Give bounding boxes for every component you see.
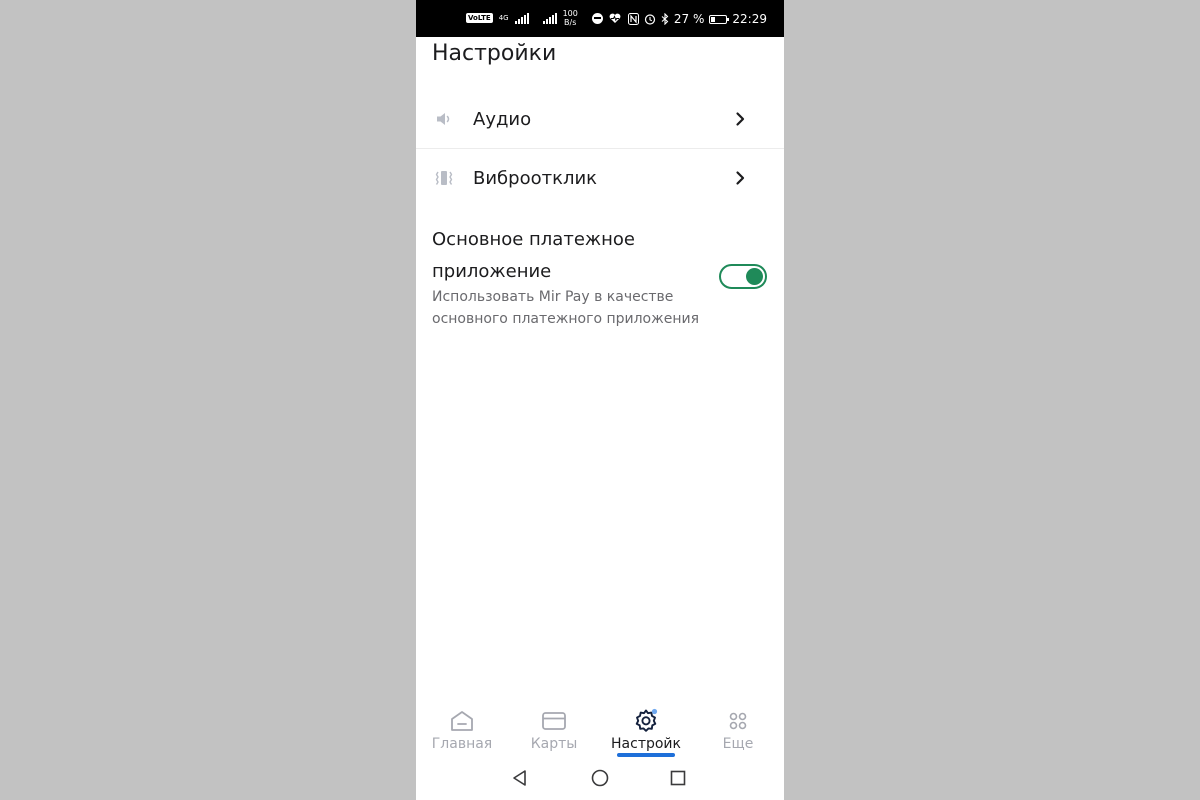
tab-home-label: Главная: [431, 736, 493, 752]
status-time: 22:29: [732, 12, 767, 26]
tab-cards-label: Карты: [530, 736, 578, 752]
home-icon: [451, 711, 473, 731]
chevron-right-icon: [736, 112, 745, 126]
settings-item-audio[interactable]: Аудио: [416, 90, 784, 148]
status-bar: VoLTE 4G 100 B/s 27 % 22:29: [416, 0, 784, 37]
settings-item-audio-label: Аудио: [473, 108, 532, 130]
settings-item-vibration[interactable]: Виброотклик: [416, 149, 784, 207]
chevron-right-icon: [736, 171, 745, 185]
battery-icon: [709, 14, 730, 24]
volte-badge: VoLTE: [466, 13, 493, 23]
speaker-icon: [437, 113, 450, 125]
bluetooth-icon: [661, 13, 669, 25]
signal-icon: [514, 12, 529, 24]
recents-icon[interactable]: [668, 768, 688, 788]
health-icon: [609, 13, 621, 23]
back-icon[interactable]: [510, 768, 530, 788]
bottom-nav: Главная Карты Настройк Еще: [416, 700, 784, 762]
default-payment-toggle[interactable]: [719, 264, 767, 289]
network-speed: 100 B/s: [563, 9, 578, 27]
network-type: 4G: [498, 13, 509, 22]
vibration-icon: [435, 171, 453, 185]
network-speed-value: 100: [562, 9, 578, 18]
page-title: Настройки: [432, 41, 557, 66]
nfc-icon: [627, 13, 639, 25]
alarm-icon: [644, 14, 656, 25]
system-nav-bar: [416, 762, 784, 800]
default-payment-subtitle: Использовать Mir Pay в качестве основног…: [432, 289, 700, 327]
settings-gear-icon: [635, 708, 658, 732]
network-type-label: 4G: [498, 13, 509, 22]
default-payment-title: Основное платежное приложение: [432, 229, 635, 282]
tab-more[interactable]: Еще: [692, 700, 784, 762]
status-bar-right: 27 % 22:29: [627, 12, 767, 26]
tab-cards[interactable]: Карты: [508, 700, 600, 762]
dnd-icon: [591, 12, 603, 24]
toggle-knob: [746, 268, 763, 285]
home-circle-icon[interactable]: [590, 768, 610, 788]
status-bar-left: VoLTE 4G 100 B/s: [466, 9, 621, 27]
tab-settings[interactable]: Настройк: [600, 700, 692, 762]
active-tab-indicator: [617, 753, 675, 757]
tab-more-label: Еще: [722, 736, 754, 752]
network-speed-unit: B/s: [564, 18, 577, 27]
more-grid-icon: [729, 712, 747, 730]
card-icon: [542, 712, 566, 730]
battery-percent: 27 %: [673, 12, 705, 26]
phone-screen: VoLTE 4G 100 B/s 27 % 22:29 Настройки Ау…: [416, 0, 784, 800]
settings-item-vibration-label: Виброотклик: [473, 167, 598, 189]
signal-icon-2: [542, 12, 557, 24]
tab-home[interactable]: Главная: [416, 700, 508, 762]
tab-settings-label: Настройк: [611, 736, 681, 752]
